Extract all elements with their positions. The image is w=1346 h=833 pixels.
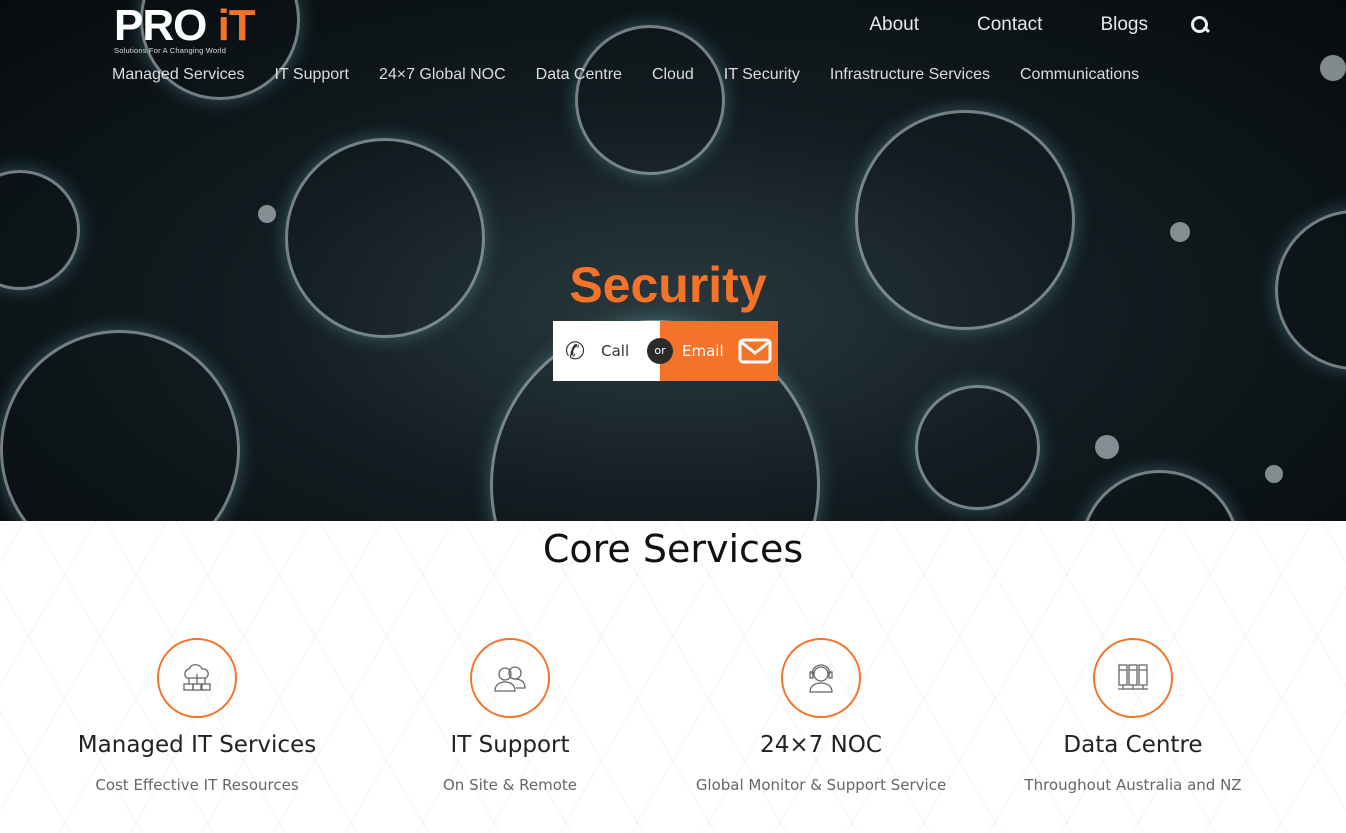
nav-infrastructure[interactable]: Infrastructure Services xyxy=(830,66,990,84)
core-services-heading: Core Services xyxy=(542,527,804,571)
nav-global-noc[interactable]: 24×7 Global NOC xyxy=(379,66,506,84)
contact-cta: ✆ Call Email or xyxy=(553,321,778,381)
nav-communications[interactable]: Communications xyxy=(1020,66,1139,84)
users-icon xyxy=(494,666,526,692)
nav-it-security[interactable]: IT Security xyxy=(724,66,800,84)
nav-about[interactable]: About xyxy=(869,14,919,36)
nav-managed-services[interactable]: Managed Services xyxy=(112,66,245,84)
phone-icon: ✆ xyxy=(565,337,586,365)
email-button[interactable]: Email xyxy=(660,321,778,381)
service-noc[interactable]: 24×7 NOC Global Monitor & Support Servic… xyxy=(661,638,981,794)
service-it-support[interactable]: IT Support On Site & Remote xyxy=(350,638,670,794)
cloud-network-icon xyxy=(183,663,211,691)
search-icon[interactable] xyxy=(1190,15,1210,35)
or-badge: or xyxy=(647,338,673,364)
page-title: Security xyxy=(569,257,767,313)
server-rack-icon xyxy=(1118,664,1148,690)
hero-banner: PRO iT Solutions For A Changing World Ab… xyxy=(0,0,1346,521)
nav-cloud[interactable]: Cloud xyxy=(652,66,694,84)
nav-it-support[interactable]: IT Support xyxy=(275,66,349,84)
main-nav: Managed Services IT Support 24×7 Global … xyxy=(112,66,1169,84)
logo[interactable]: PRO iT Solutions For A Changing World xyxy=(114,4,314,58)
call-button[interactable]: ✆ Call xyxy=(553,321,660,381)
nav-blogs[interactable]: Blogs xyxy=(1100,14,1148,36)
nav-contact[interactable]: Contact xyxy=(977,14,1042,36)
service-managed-it[interactable]: Managed IT Services Cost Effective IT Re… xyxy=(37,638,357,794)
headset-operator-icon xyxy=(809,664,833,693)
envelope-icon xyxy=(738,338,772,364)
top-nav: About Contact Blogs xyxy=(811,14,1210,36)
service-data-centre[interactable]: Data Centre Throughout Australia and NZ xyxy=(973,638,1293,794)
nav-data-centre[interactable]: Data Centre xyxy=(536,66,622,84)
